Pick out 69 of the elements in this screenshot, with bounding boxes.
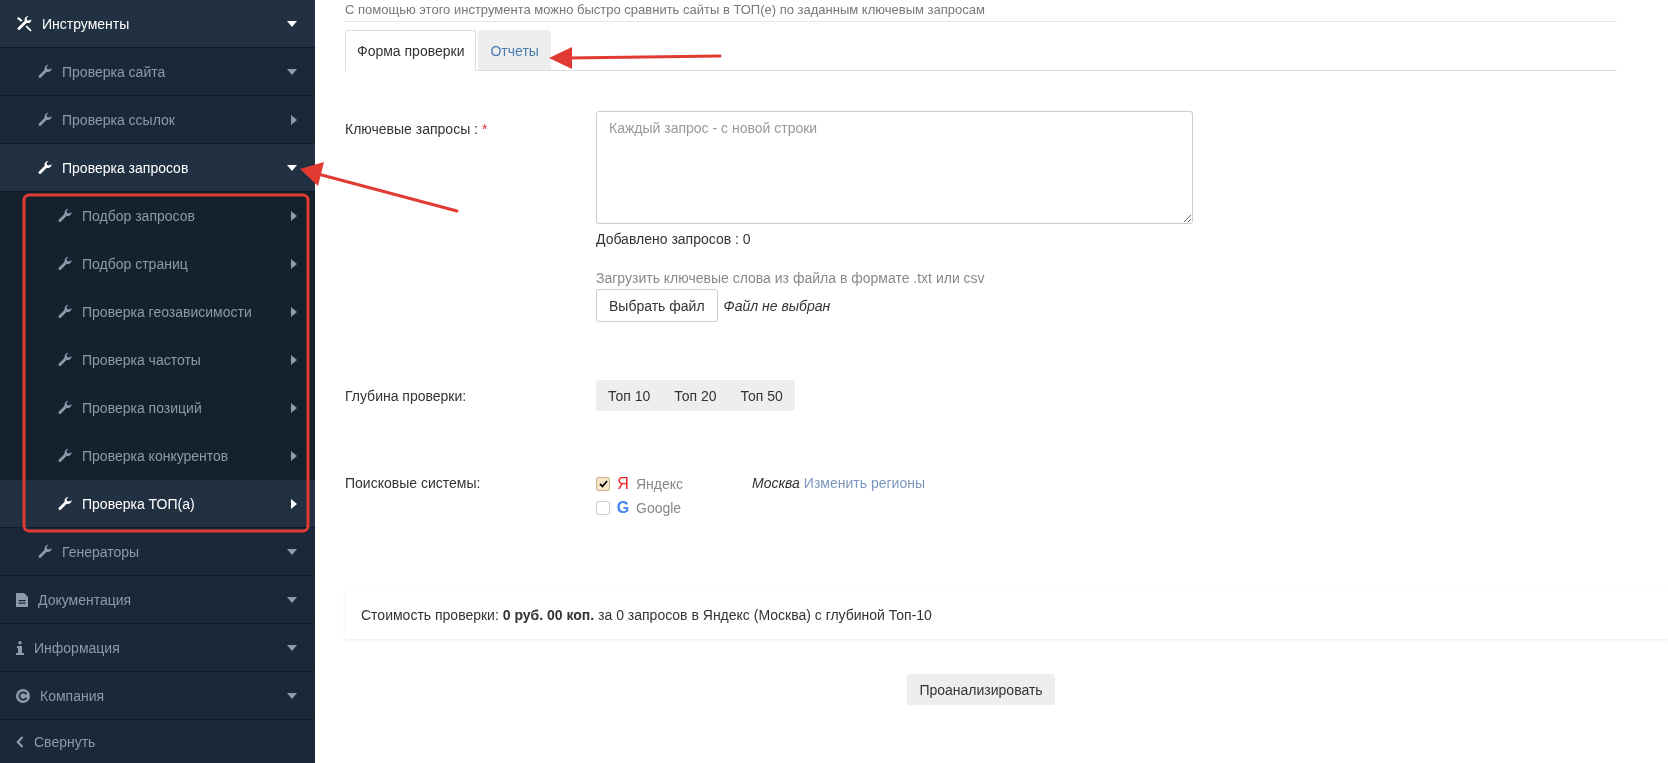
caret-right-icon xyxy=(291,306,297,317)
tab[interactable]: Отчеты xyxy=(478,30,551,70)
sidebar-item[interactable]: Подбор запросов xyxy=(0,192,315,240)
wrench-icon xyxy=(58,496,72,511)
caret-down-icon xyxy=(287,164,297,171)
caret-down-icon xyxy=(287,692,297,699)
wrench-icon xyxy=(38,160,52,175)
google-logo: G xyxy=(616,499,630,517)
caret-right-icon xyxy=(291,354,297,365)
depth-option[interactable]: Топ 20 xyxy=(662,380,729,411)
sidebar-item[interactable]: Проверка частоты xyxy=(0,336,315,384)
field-label: Поисковые системы: xyxy=(345,475,481,491)
copyright-icon xyxy=(16,688,30,703)
change-regions-link[interactable]: Изменить регионы xyxy=(803,475,925,491)
sidebar-item[interactable]: Документация xyxy=(0,576,315,624)
yandex-logo: Я xyxy=(616,475,630,493)
caret-down-icon xyxy=(287,68,297,75)
tab[interactable]: Форма проверки xyxy=(345,30,477,71)
caret-down-icon xyxy=(287,548,297,555)
field-label: Ключевые запросы : xyxy=(345,121,478,137)
caret-down-icon xyxy=(287,20,297,27)
sidebar-item[interactable]: Проверка позиций xyxy=(0,384,315,432)
checkbox[interactable] xyxy=(596,477,610,491)
caret-right-icon xyxy=(291,258,297,269)
sidebar-item[interactable]: Подбор страниц xyxy=(0,240,315,288)
cost-text: Стоимость проверки: 0 руб. 00 коп. за 0 запросов в Яндекс (Москва) с глубиной Топ-10 xyxy=(361,607,932,623)
caret-right-icon xyxy=(291,498,297,509)
sidebar-item[interactable]: Проверка конкурентов xyxy=(0,432,315,480)
required-mark: * xyxy=(482,121,488,137)
upload-hint: Загрузить ключевые слова из файла в формате .txt или csv xyxy=(596,270,986,286)
depth-option[interactable]: Топ 10 xyxy=(596,380,663,411)
checkbox[interactable] xyxy=(596,501,610,515)
sidebar-item[interactable]: Информация xyxy=(0,624,315,672)
caret-right-icon xyxy=(291,450,297,461)
caret-right-icon xyxy=(291,402,297,413)
wrench-icon xyxy=(58,256,72,271)
sidebar-item[interactable]: Компания xyxy=(0,672,315,720)
intro-text: С помощью этого инструмента можно быстро сравнить сайты в ТОП(е) по заданным ключевым запросам xyxy=(345,1,1617,22)
keywords-field[interactable]: Каждый запрос - с новой строки xyxy=(596,111,1193,224)
sidebar-item[interactable]: Проверка ТОП(а) xyxy=(0,480,315,528)
caret-down-icon xyxy=(287,644,297,651)
wrench-icon xyxy=(38,112,52,127)
wrench-icon xyxy=(38,64,52,79)
sidebar-item[interactable]: Проверка геозависимости xyxy=(0,288,315,336)
sidebar-item[interactable]: Проверка запросов xyxy=(0,144,315,192)
analyze-button[interactable]: Проанализировать xyxy=(907,674,1055,705)
query-counter: Добавлено запросов : 0 xyxy=(596,231,752,247)
wrench-icon xyxy=(58,448,72,463)
wrench-icon xyxy=(58,352,72,367)
file-status: Файл не выбран xyxy=(723,297,831,314)
caret-down-icon xyxy=(287,596,297,603)
caret-right-icon xyxy=(291,210,297,221)
wrench-icon xyxy=(58,400,72,415)
sidebar-item[interactable]: Свернуть xyxy=(0,720,315,763)
chevron-left-icon xyxy=(16,735,24,748)
search-engine-name: Яндекс xyxy=(636,476,684,492)
caret-right-icon xyxy=(291,114,297,125)
document-icon xyxy=(16,592,28,607)
wrench-icon xyxy=(38,544,52,559)
choose-file-button[interactable]: Выбрать файл xyxy=(596,289,718,322)
tools-icon xyxy=(16,15,32,32)
sidebar-item[interactable]: Инструменты xyxy=(0,0,315,48)
region-name: Москва xyxy=(752,475,800,491)
search-engine-name: Google xyxy=(636,500,682,516)
wrench-icon xyxy=(58,208,72,223)
info-icon xyxy=(16,640,24,655)
wrench-icon xyxy=(58,304,72,319)
field-label: Глубина проверки: xyxy=(345,387,467,404)
depth-option[interactable]: Топ 50 xyxy=(728,380,795,411)
